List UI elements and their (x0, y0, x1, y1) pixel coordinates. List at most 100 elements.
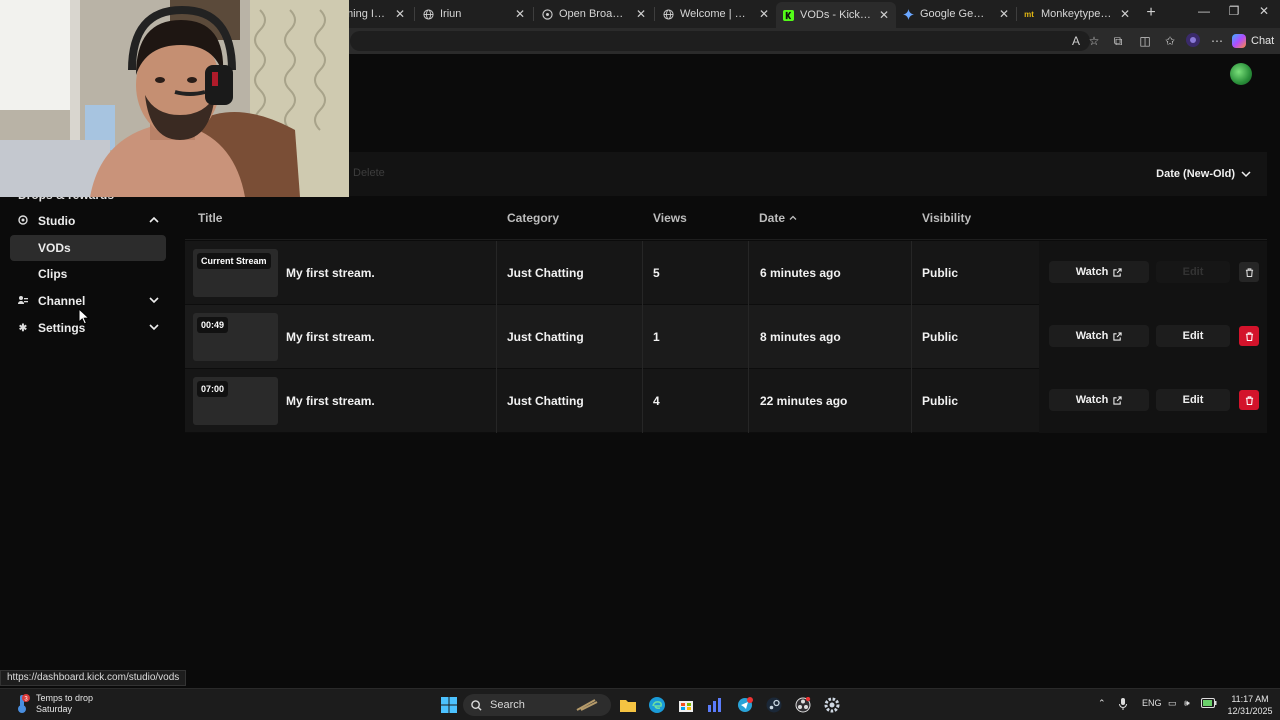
edge-browser-icon[interactable] (648, 696, 666, 714)
trash-icon (1245, 395, 1253, 405)
vod-views: 1 (653, 330, 660, 344)
tab-welcome-obs[interactable]: Welcome | OBS ✕ (656, 3, 776, 25)
header-label: Title (198, 211, 223, 225)
steam-icon[interactable] (765, 696, 783, 714)
header-label: Views (653, 211, 687, 225)
chevron-up-icon (149, 216, 159, 223)
close-icon[interactable]: ✕ (1119, 7, 1131, 21)
edit-label: Edit (1182, 330, 1204, 342)
sidebar-item-vods[interactable]: VODs (10, 235, 166, 261)
sort-dropdown[interactable]: Date (New-Old) (1156, 164, 1251, 184)
webcam-feed-image (0, 0, 349, 197)
windows-taskbar: 3 Temps to drop Saturday Search ⌃ ENG ▭ … (0, 688, 1280, 720)
column-header-category[interactable]: Category (507, 211, 559, 225)
sidebar-item-clips[interactable]: Clips (10, 261, 166, 287)
tab-google-gemini[interactable]: Google Gemini ✕ (896, 3, 1016, 25)
tab-title: Welcome | OBS (680, 8, 752, 20)
watch-button[interactable]: Watch (1049, 389, 1149, 411)
search-highlight-icon (576, 699, 598, 711)
vod-thumbnail[interactable]: Current Stream (193, 249, 278, 297)
messaging-app-icon[interactable] (736, 696, 754, 714)
close-icon[interactable]: ✕ (635, 7, 647, 21)
watch-label: Watch (1075, 266, 1109, 278)
favorites-icon[interactable]: ✩ (1162, 33, 1178, 49)
profile-icon[interactable] (1185, 33, 1201, 49)
tab-monkeytype[interactable]: mt Monkeytype | A minim ✕ (1017, 3, 1137, 25)
more-menu-icon[interactable]: ⋯ (1209, 33, 1225, 49)
edit-button[interactable]: Edit (1156, 389, 1230, 411)
weather-title: Temps to drop (36, 693, 94, 703)
watch-label: Watch (1075, 394, 1109, 406)
sidebar-item-label: Clips (38, 267, 68, 281)
globe-icon (662, 8, 674, 20)
vod-category: Just Chatting (507, 330, 584, 344)
delete-button[interactable] (1239, 262, 1259, 282)
volume-icon[interactable]: 🕪 (1184, 698, 1190, 709)
close-icon[interactable]: ✕ (998, 7, 1010, 21)
windows-start-icon[interactable] (440, 696, 458, 714)
column-header-title[interactable]: Title (198, 211, 222, 225)
vod-date: 8 minutes ago (760, 330, 841, 344)
system-clock[interactable]: 11:17 AM 12/31/2025 (1226, 693, 1274, 717)
favorite-star-icon[interactable]: ☆ (1086, 33, 1102, 49)
sidebar-item-label: Studio (38, 214, 76, 228)
delete-button[interactable] (1239, 390, 1259, 410)
tab-vods-kick-dashboard[interactable]: VODs - Kick Dashboard ✕ (776, 2, 896, 28)
watch-button[interactable]: Watch (1049, 325, 1149, 347)
close-window-button[interactable]: ✕ (1254, 4, 1274, 18)
trash-icon (1245, 267, 1253, 277)
weather-widget[interactable]: 3 Temps to drop Saturday (14, 693, 93, 715)
edit-button[interactable]: Edit (1156, 261, 1230, 283)
column-header-visibility[interactable]: Visibility (922, 211, 971, 225)
vod-date: 6 minutes ago (760, 266, 841, 280)
taskbar-search[interactable]: Search (463, 694, 611, 716)
battery-icon[interactable] (1201, 698, 1217, 710)
chevron-down-icon (149, 324, 159, 331)
sort-label: Date (New-Old) (1156, 168, 1235, 180)
read-aloud-icon[interactable]: A (1068, 33, 1084, 49)
minimize-button[interactable]: — (1194, 4, 1214, 18)
extensions-icon[interactable]: ⧉ (1110, 33, 1126, 49)
split-screen-icon[interactable]: ◫ (1137, 33, 1153, 49)
delete-button[interactable] (1239, 326, 1259, 346)
external-link-icon (1113, 331, 1122, 341)
tray-overflow-icon[interactable]: ⌃ (1098, 698, 1106, 709)
restore-button[interactable]: ❐ (1224, 4, 1244, 18)
language-indicator[interactable]: ENG (1142, 698, 1162, 708)
tab-streaming-income[interactable]: ming Income ✕ (338, 3, 412, 25)
duration-badge: 00:49 (197, 317, 229, 333)
tab-iriun[interactable]: Iriun ✕ (416, 3, 532, 25)
vod-thumbnail[interactable]: 07:00 (193, 377, 278, 425)
new-tab-button[interactable]: + (1142, 4, 1160, 22)
close-icon[interactable]: ✕ (514, 7, 526, 21)
chevron-down-icon (149, 297, 159, 304)
watch-button[interactable]: Watch (1049, 261, 1149, 283)
close-icon[interactable]: ✕ (758, 7, 770, 21)
close-icon[interactable]: ✕ (878, 8, 890, 22)
network-icon[interactable]: ▭ (1168, 698, 1177, 709)
microphone-icon[interactable] (1119, 698, 1127, 712)
vod-thumbnail[interactable]: 00:49 (193, 313, 278, 361)
stats-app-icon[interactable] (706, 696, 724, 714)
microsoft-store-icon[interactable] (677, 696, 695, 714)
file-explorer-icon[interactable] (619, 696, 637, 714)
copilot-chat-button[interactable]: Chat (1232, 32, 1274, 50)
tab-title: Open Broadcaster Softw (559, 8, 629, 20)
user-avatar[interactable] (1230, 63, 1252, 85)
settings-gear-icon[interactable] (823, 696, 841, 714)
obs-studio-icon[interactable] (794, 696, 812, 714)
edit-button[interactable]: Edit (1156, 325, 1230, 347)
gear-icon: ✱ (18, 322, 28, 334)
address-bar[interactable] (350, 31, 1090, 51)
sidebar-item-studio[interactable]: Studio (10, 208, 166, 234)
bulk-delete-button[interactable]: Delete (353, 162, 393, 184)
close-icon[interactable]: ✕ (394, 7, 406, 21)
column-header-date[interactable]: Date (759, 211, 798, 225)
vod-title: My first stream. (286, 266, 375, 280)
vod-visibility: Public (922, 266, 959, 280)
column-header-views[interactable]: Views (653, 211, 687, 225)
copilot-label: Chat (1251, 35, 1275, 47)
tab-obs-project[interactable]: Open Broadcaster Softw ✕ (535, 3, 653, 25)
edit-label: Edit (1182, 394, 1204, 406)
vod-visibility: Public (922, 330, 959, 344)
